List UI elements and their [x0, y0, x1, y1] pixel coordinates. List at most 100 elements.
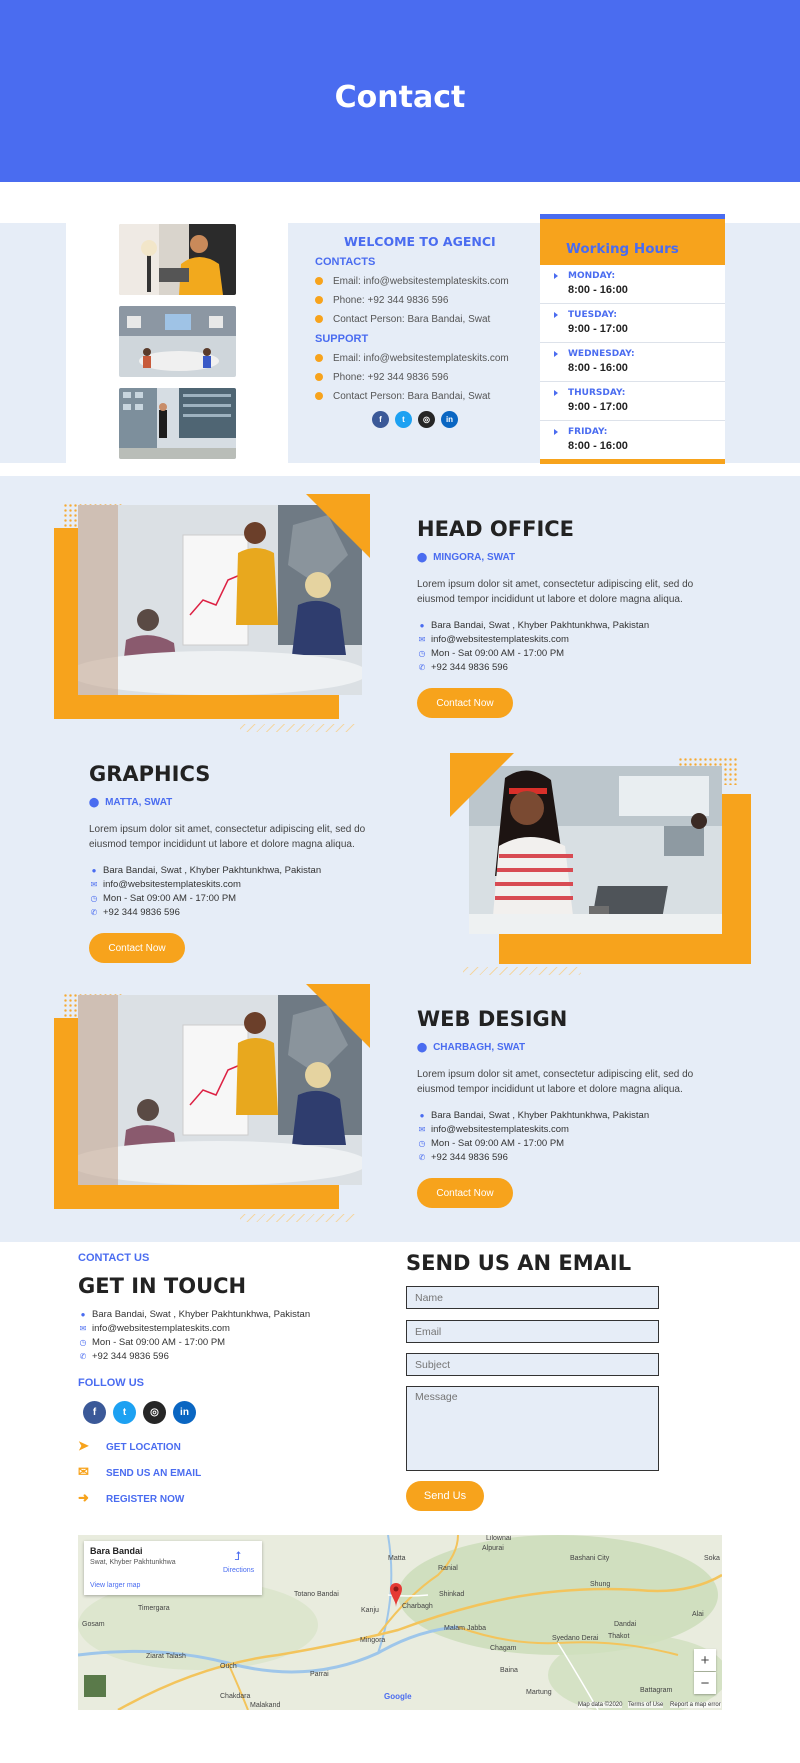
map-label: Alai — [692, 1611, 704, 1618]
bullet-dot — [315, 296, 323, 305]
office-phone-text: +92 344 9836 596 — [103, 907, 180, 918]
support-email-text: Email: info@websitestemplateskits.com — [333, 353, 509, 364]
phone-icon: ✆ — [79, 1352, 87, 1361]
contact-now-button[interactable]: Contact Now — [417, 688, 513, 718]
phone-icon: ✆ — [418, 663, 426, 672]
zigzag-decoration — [463, 967, 581, 975]
twitter-icon[interactable]: t — [395, 411, 412, 428]
office-title: WEB DESIGN — [417, 1007, 568, 1031]
contact-now-button[interactable]: Contact Now — [417, 1178, 513, 1208]
office-description: Lorem ipsum dolor sit amet, consectetur … — [417, 1069, 694, 1095]
touch-hours: ◷ Mon - Sat 09:00 AM - 17:00 PM — [78, 1337, 226, 1348]
office-phone: ✆ +92 344 9836 596 — [417, 662, 508, 673]
office-hours-text: Mon - Sat 09:00 AM - 17:00 PM — [431, 1138, 565, 1149]
working-hours-card: Working Hours MONDAY: 8:00 - 16:00 TUESDA… — [540, 214, 725, 464]
envelope-icon: ✉ — [418, 1125, 426, 1134]
view-larger-map-link[interactable]: View larger map — [90, 1582, 140, 1589]
office-address: ● Bara Bandai, Swat , Khyber Pakhtunkhwa,… — [417, 1110, 650, 1121]
map-terms-link[interactable]: Terms of Use — [628, 1702, 664, 1708]
linkedin-icon[interactable]: in — [441, 411, 458, 428]
map-label: Bashani City — [570, 1555, 610, 1562]
send-email-link[interactable]: ✉ SEND US AN EMAIL — [78, 1464, 201, 1480]
map-label: Charbagh — [402, 1603, 433, 1610]
get-location-label: GET LOCATION — [106, 1442, 181, 1453]
contacts-phone-text: Phone: +92 344 9836 596 — [333, 295, 449, 306]
name-field[interactable] — [406, 1286, 659, 1309]
report-map-error-link[interactable]: Report a map error — [670, 1702, 721, 1708]
office-email: ✉ info@websitestemplateskits.com — [89, 879, 241, 890]
contacts-label: CONTACTS — [315, 256, 376, 268]
support-person: Contact Person: Bara Bandai, Swat — [315, 391, 490, 402]
touch-address: ● Bara Bandai, Swat , Khyber Pakhtunkhwa,… — [78, 1309, 311, 1320]
office-phone: ✆ +92 344 9836 596 — [417, 1152, 508, 1163]
directions-link[interactable]: Directions — [223, 1567, 254, 1574]
office-address-text: Bara Bandai, Swat , Khyber Pakhtunkhwa, … — [431, 620, 650, 631]
register-now-link[interactable]: ➜ REGISTER NOW — [78, 1490, 184, 1506]
map-pin-icon: ⬤ — [417, 1042, 428, 1052]
map-label: Mingora — [360, 1637, 386, 1644]
map-label: Ouch — [220, 1663, 237, 1670]
hours-day: FRIDAY: — [568, 427, 608, 437]
office-phone: ✆ +92 344 9836 596 — [89, 907, 180, 918]
subject-field[interactable] — [406, 1353, 659, 1376]
linkedin-icon[interactable]: in — [173, 1401, 196, 1424]
caret-right-icon — [554, 429, 558, 435]
map-label: Malam Jabba — [444, 1625, 487, 1632]
map-label: Martung — [526, 1689, 552, 1696]
get-in-touch-title: GET IN TOUCH — [78, 1274, 247, 1298]
map-pin-icon: ⬤ — [417, 552, 428, 562]
touch-phone-text: +92 344 9836 596 — [92, 1351, 169, 1362]
page-hero: Contact — [0, 0, 800, 182]
map-label: Baina — [500, 1667, 518, 1674]
hours-row: MONDAY: 8:00 - 16:00 — [540, 265, 725, 304]
touch-hours-text: Mon - Sat 09:00 AM - 17:00 PM — [92, 1337, 226, 1348]
location-map[interactable]: Bara Bandai Swat, Khyber Pakhtunkhwa Vie… — [78, 1535, 722, 1710]
office-description: Lorem ipsum dolor sit amet, consectetur … — [417, 579, 694, 605]
contact-us-eyebrow: CONTACT US — [78, 1252, 150, 1264]
map-label: Totano Bandai — [294, 1591, 339, 1598]
hours-time: 8:00 - 16:00 — [568, 362, 628, 374]
office-email-text: info@websitestemplateskits.com — [431, 1124, 569, 1135]
map-label: Soka — [704, 1555, 720, 1562]
paper-plane-icon: ➤ — [78, 1438, 89, 1453]
phone-icon: ✆ — [90, 908, 98, 917]
facebook-icon[interactable]: f — [83, 1401, 106, 1424]
support-phone-text: Phone: +92 344 9836 596 — [333, 372, 449, 383]
office-email-text: info@websitestemplateskits.com — [431, 634, 569, 645]
map-label: Parrai — [310, 1671, 329, 1678]
map-label: Lilownai — [486, 1535, 512, 1542]
office-hours: ◷ Mon - Sat 09:00 AM - 17:00 PM — [417, 648, 565, 659]
office-title: GRAPHICS — [89, 762, 211, 786]
twitter-icon[interactable]: t — [113, 1401, 136, 1424]
support-person-text: Contact Person: Bara Bandai, Swat — [333, 391, 491, 402]
contact-now-button[interactable]: Contact Now — [89, 933, 185, 963]
directions-icon[interactable]: ⮥ — [234, 1549, 241, 1564]
bullet-dot — [315, 277, 323, 286]
zoom-out-button[interactable]: − — [694, 1672, 716, 1694]
get-location-link[interactable]: ➤ GET LOCATION — [78, 1438, 181, 1454]
instagram-icon[interactable]: ◎ — [418, 411, 435, 428]
corner-triangle — [306, 494, 370, 558]
office-phone-text: +92 344 9836 596 — [431, 1152, 508, 1163]
hours-row: WEDNESDAY: 8:00 - 16:00 — [540, 343, 725, 382]
follow-us-label: FOLLOW US — [78, 1377, 144, 1389]
email-field[interactable] — [406, 1320, 659, 1343]
map-label: Shung — [590, 1581, 611, 1588]
working-hours-footer — [540, 459, 725, 464]
map-label: Shinkad — [439, 1591, 465, 1598]
hours-row: TUESDAY: 9:00 - 17:00 — [540, 304, 725, 343]
hours-day: MONDAY: — [568, 271, 616, 281]
contacts-phone: Phone: +92 344 9836 596 — [315, 295, 448, 306]
message-field[interactable] — [406, 1386, 659, 1471]
map-place-region: Swat, Khyber Pakhtunkhwa — [90, 1559, 176, 1566]
facebook-icon[interactable]: f — [372, 411, 389, 428]
caret-right-icon — [554, 312, 558, 318]
map-label: Dandai — [614, 1621, 637, 1628]
instagram-icon[interactable]: ◎ — [143, 1401, 166, 1424]
send-us-button[interactable]: Send Us — [406, 1481, 484, 1511]
clock-icon: ◷ — [418, 649, 426, 658]
zoom-in-button[interactable]: + — [694, 1649, 716, 1671]
photo-office-building — [119, 388, 236, 459]
touch-phone: ✆ +92 344 9836 596 — [78, 1351, 169, 1362]
office-address-text: Bara Bandai, Swat , Khyber Pakhtunkhwa, … — [103, 865, 322, 876]
